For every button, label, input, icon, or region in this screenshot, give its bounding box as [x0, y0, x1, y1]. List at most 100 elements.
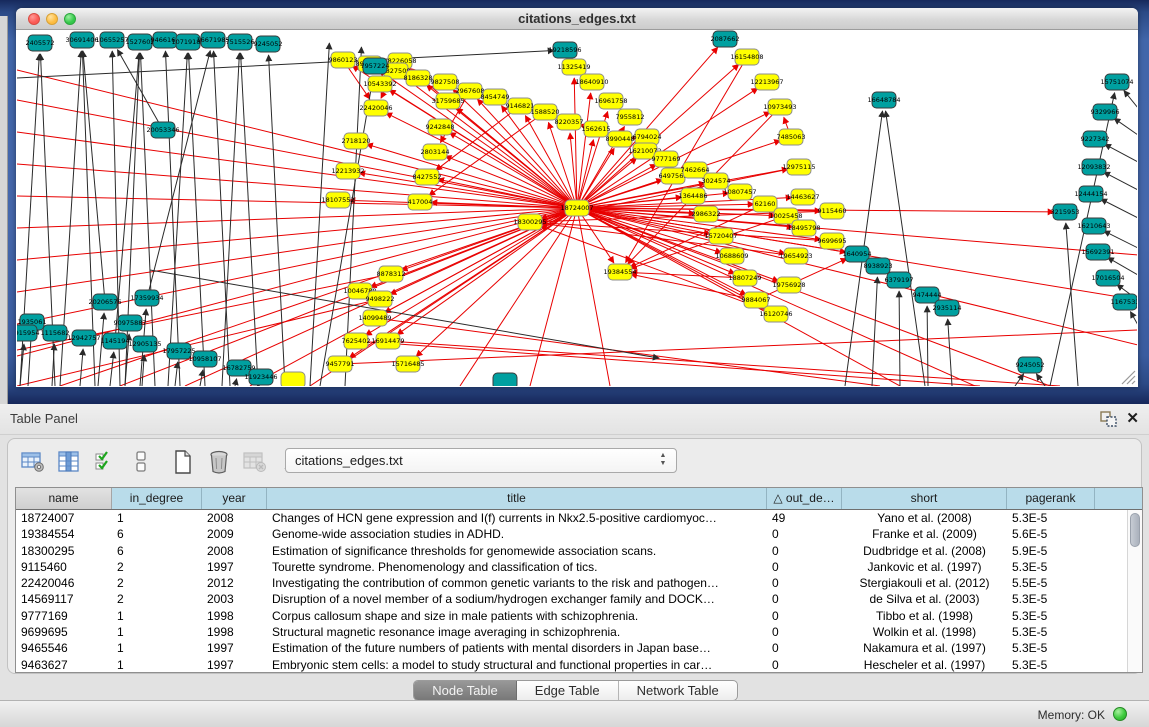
graph-edge[interactable]: [1105, 144, 1137, 162]
table-body[interactable]: 1872400712008Changes of HCN gene express…: [16, 510, 1142, 673]
graph-edge[interactable]: [17, 132, 577, 208]
graph-node[interactable]: 2718120: [342, 133, 371, 149]
new-table-button[interactable]: [170, 449, 196, 475]
table-row[interactable]: 1938455462009Genome-wide association stu…: [16, 526, 1142, 542]
select-rows-button[interactable]: [92, 449, 118, 475]
graph-node[interactable]: 15720407: [704, 228, 737, 244]
graph-node[interactable]: 9242848: [426, 119, 455, 135]
graph-edge[interactable]: [17, 164, 577, 208]
graph-node[interactable]: 2405572: [26, 35, 55, 51]
attribute-table[interactable]: namein_degreeyeartitle△ out_de…shortpage…: [15, 487, 1143, 673]
graph-node[interactable]: 3024574: [702, 173, 731, 189]
graph-node[interactable]: 18107552: [321, 192, 354, 208]
graph-node[interactable]: 1167533: [1111, 294, 1137, 310]
table-row[interactable]: 969969511998Structural magnetic resonanc…: [16, 624, 1142, 640]
graph-node[interactable]: 2935114: [933, 300, 962, 316]
graph-node[interactable]: 7515526: [226, 34, 255, 50]
graph-edge[interactable]: [927, 306, 928, 386]
graph-node[interactable]: 9457791: [326, 356, 355, 372]
graph-node[interactable]: 16961758: [594, 93, 627, 109]
graph-edge[interactable]: [222, 53, 239, 386]
graph-node[interactable]: 3915954: [17, 325, 39, 341]
graph-edge[interactable]: [147, 51, 210, 298]
graph-node[interactable]: 15751074: [1100, 74, 1133, 90]
graph-edge[interactable]: [449, 133, 577, 208]
graph-edge[interactable]: [359, 173, 577, 208]
graph-edge[interactable]: [17, 299, 380, 386]
graph-node[interactable]: 17016504: [1091, 270, 1124, 286]
graph-node[interactable]: 12905135: [128, 336, 161, 352]
graph-node[interactable]: 9115460: [818, 203, 847, 219]
graph-node[interactable]: 18640910: [575, 74, 608, 90]
graph-edge[interactable]: [577, 208, 1137, 345]
graph-node[interactable]: [281, 372, 305, 386]
graph-edge[interactable]: [1114, 118, 1137, 135]
graph-node[interactable]: 7485063: [777, 129, 806, 145]
table-row[interactable]: 1872400712008Changes of HCN gene express…: [16, 510, 1142, 526]
table-row[interactable]: 977716911998Corpus callosum shape and si…: [16, 608, 1142, 624]
table-row[interactable]: 911546021997Tourette syndrome. Phenomeno…: [16, 559, 1142, 575]
column-header-name[interactable]: name: [16, 488, 112, 509]
graph-edge[interactable]: [356, 341, 980, 386]
graph-node[interactable]: 2803144: [421, 144, 450, 160]
graph-node[interactable]: 10973493: [763, 99, 796, 115]
graph-node[interactable]: 90975887: [113, 315, 146, 331]
graph-edge[interactable]: [1124, 91, 1137, 108]
graph-node[interactable]: 2087662: [711, 31, 740, 47]
tab-edge-table[interactable]: Edge Table: [517, 681, 619, 700]
graph-node[interactable]: 10958107: [188, 351, 221, 367]
graph-node[interactable]: 12213967: [750, 74, 783, 90]
graph-node[interactable]: 15692391: [1081, 244, 1114, 260]
graph-node[interactable]: 1145194: [101, 333, 130, 349]
graph-edge[interactable]: [756, 259, 847, 300]
graph-node[interactable]: 30691406: [65, 32, 98, 48]
tab-network-table[interactable]: Network Table: [619, 681, 737, 700]
graph-node[interactable]: 9699695: [818, 233, 847, 249]
graph-edge[interactable]: [1101, 199, 1137, 218]
graph-node[interactable]: 2986322: [692, 206, 721, 222]
graph-node[interactable]: 22420046: [359, 100, 392, 116]
graph-node[interactable]: 12444154: [1074, 186, 1107, 202]
graph-node[interactable]: 8220357: [555, 114, 584, 130]
graph-edge[interactable]: [1130, 312, 1137, 325]
graph-edge[interactable]: [117, 50, 163, 130]
memory-ok-indicator-icon[interactable]: [1113, 707, 1127, 721]
graph-node[interactable]: 31759685: [431, 93, 464, 109]
import-table-button-disabled[interactable]: [242, 449, 268, 475]
table-row[interactable]: 1456911722003Disruption of a novel membe…: [16, 591, 1142, 607]
table-row[interactable]: 946362711997Embryonic stem cells: a mode…: [16, 657, 1142, 673]
graph-node[interactable]: 9860123: [329, 52, 358, 68]
graph-edge[interactable]: [886, 111, 925, 386]
graph-edge[interactable]: [367, 144, 577, 208]
graph-node[interactable]: 19756928: [772, 277, 805, 293]
graph-edge[interactable]: [17, 208, 577, 292]
column-header-short[interactable]: short: [842, 488, 1007, 509]
graph-node[interactable]: 10807457: [723, 184, 756, 200]
graph-node[interactable]: 11923446: [244, 369, 277, 385]
graph-node[interactable]: 19654923: [779, 248, 812, 264]
graph-node[interactable]: 8878312: [377, 266, 406, 282]
graph-node[interactable]: 8186328: [404, 70, 433, 86]
graph-edge[interactable]: [899, 291, 900, 386]
graph-node[interactable]: 16120746: [759, 306, 792, 322]
column-header-in_degree[interactable]: in_degree: [112, 488, 202, 509]
graph-edge[interactable]: [948, 319, 952, 386]
column-header-year[interactable]: year: [202, 488, 267, 509]
column-header-title[interactable]: title: [267, 488, 767, 509]
graph-edge[interactable]: [214, 51, 230, 386]
column-header-pagerank[interactable]: pagerank: [1007, 488, 1095, 509]
column-header-out_de[interactable]: △ out_de…: [767, 488, 842, 509]
graph-node[interactable]: 15716485: [391, 356, 424, 372]
graph-node[interactable]: [493, 373, 517, 386]
merge-rows-button[interactable]: [128, 449, 154, 475]
graph-node[interactable]: 11325419: [557, 59, 590, 75]
graph-edge[interactable]: [17, 51, 554, 78]
graph-node[interactable]: 10543392: [363, 76, 396, 92]
graph-node[interactable]: 8990448: [606, 131, 635, 147]
scrollbar-thumb[interactable]: [1130, 513, 1140, 547]
graph-edge[interactable]: [1104, 172, 1137, 190]
graph-edge[interactable]: [577, 140, 593, 208]
graph-edge[interactable]: [340, 330, 1137, 364]
graph-edge[interactable]: [269, 55, 285, 386]
column-visibility-button[interactable]: [56, 449, 82, 475]
